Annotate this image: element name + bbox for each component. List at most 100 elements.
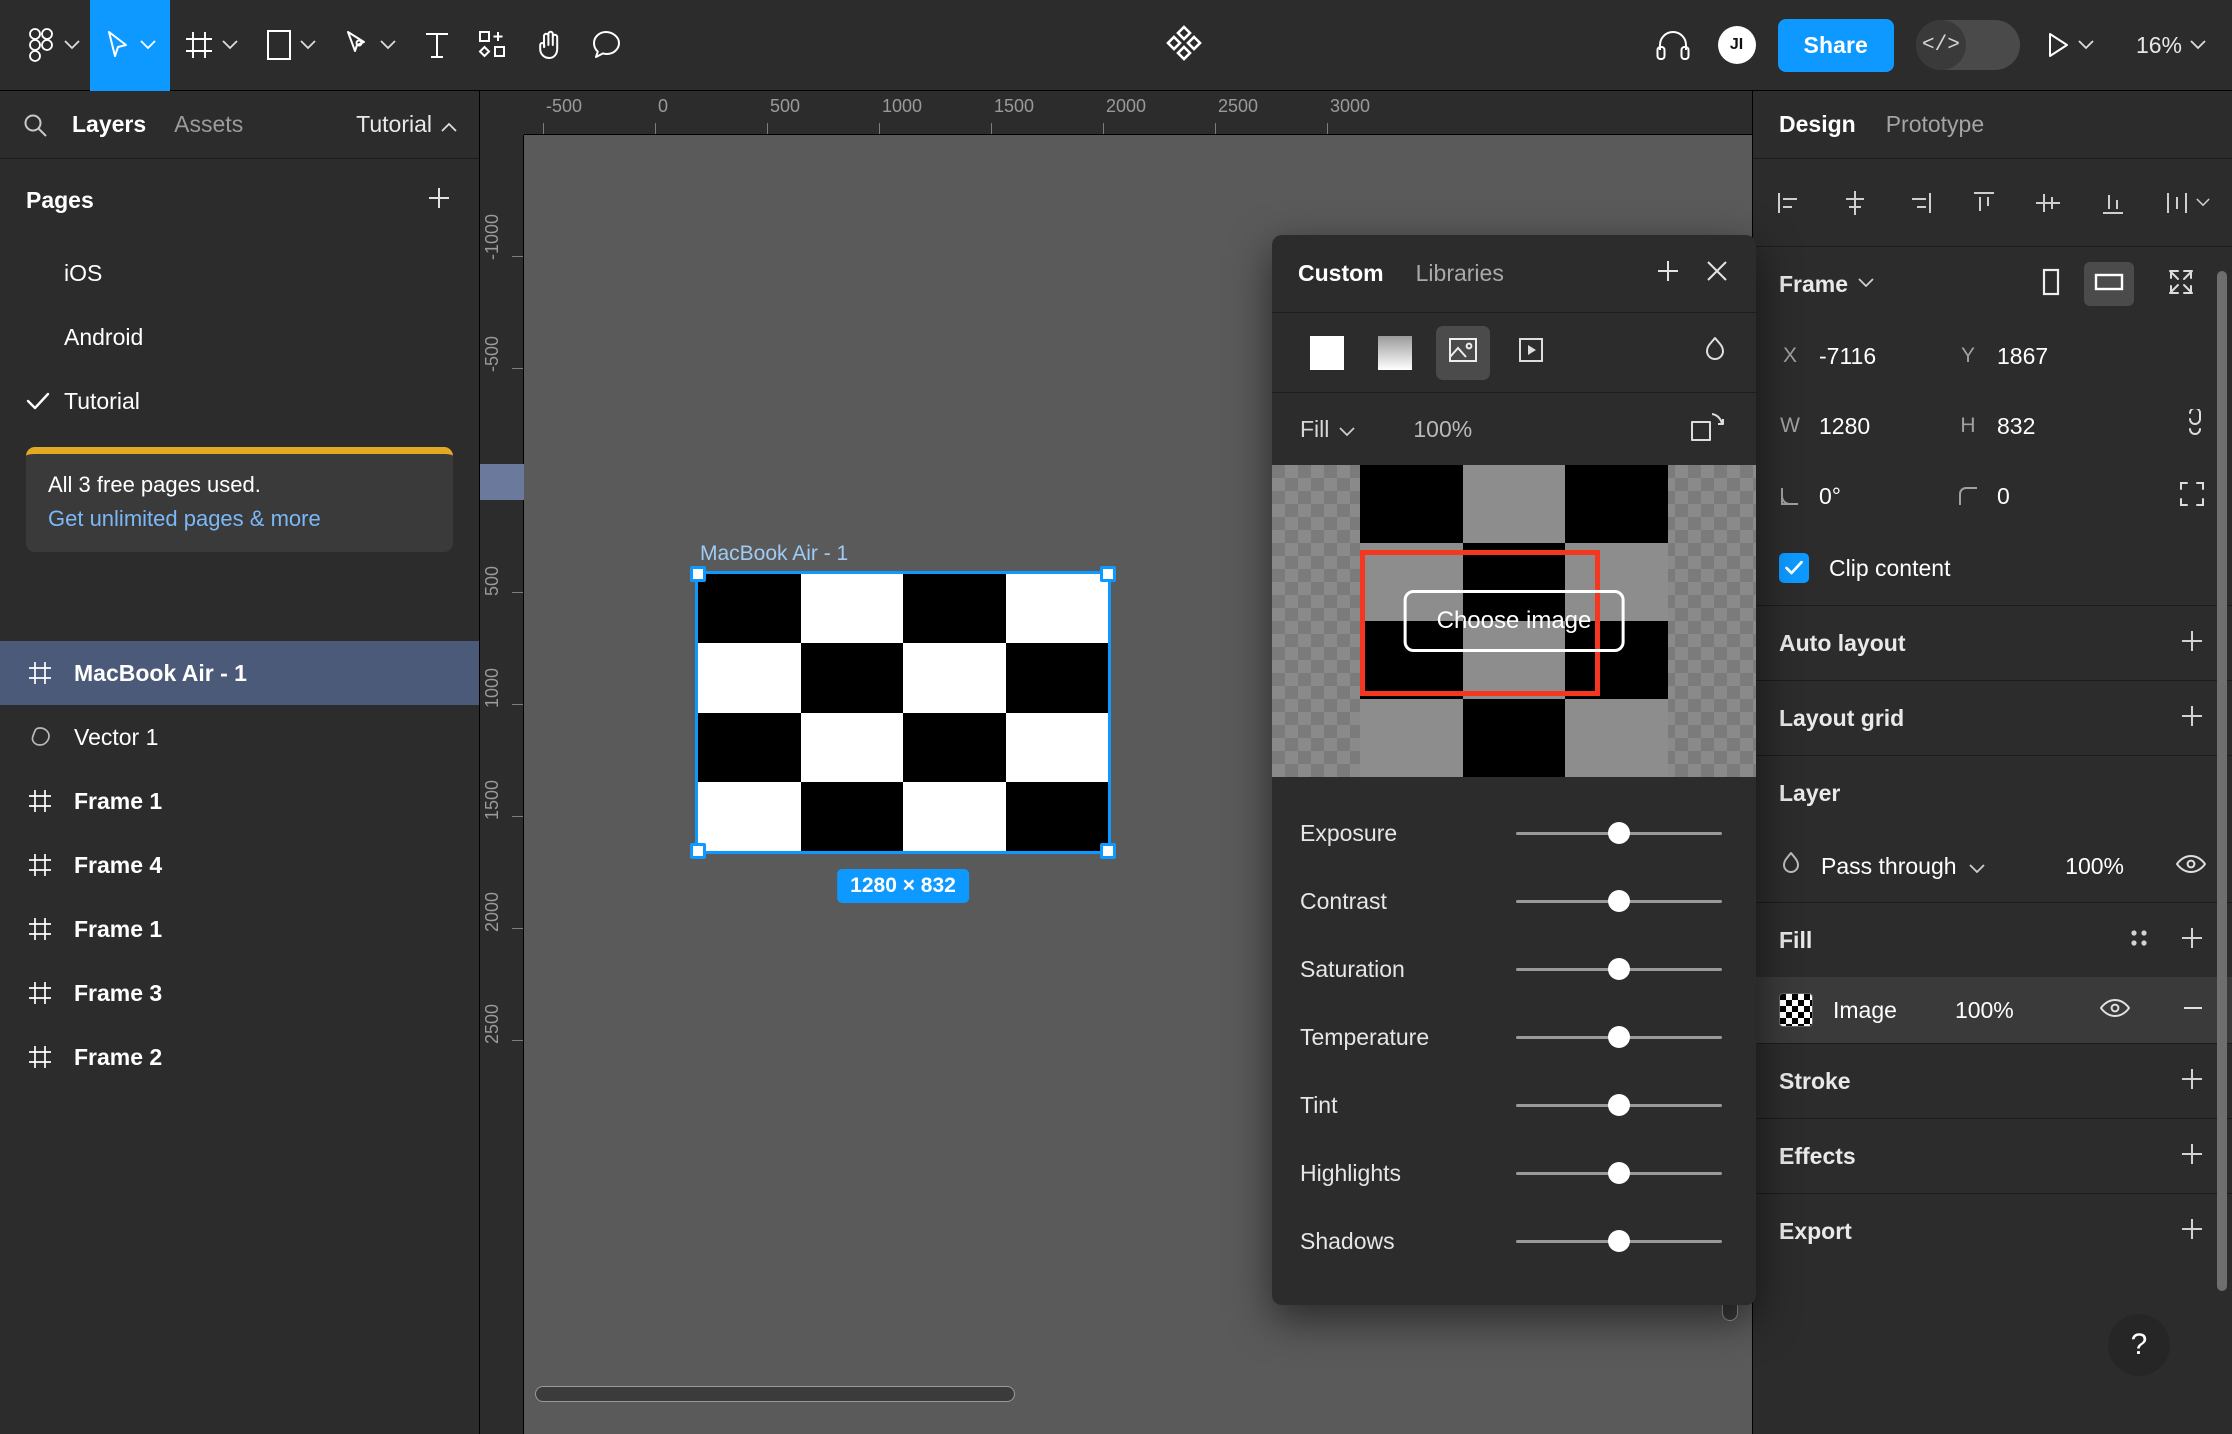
layer-opacity-value[interactable]: 100% <box>2065 853 2124 880</box>
share-button[interactable]: Share <box>1777 18 1894 72</box>
layer-row-macbook-air-1[interactable]: MacBook Air - 1 <box>0 641 479 705</box>
free-pages-banner[interactable]: All 3 free pages used. Get unlimited pag… <box>26 447 453 552</box>
distribute-icon[interactable] <box>2162 188 2210 218</box>
search-icon[interactable] <box>22 112 48 138</box>
align-top-icon[interactable] <box>1969 188 1999 218</box>
move-tool-button[interactable] <box>90 0 170 91</box>
corner-radius-field[interactable]: 0 <box>1957 483 2135 510</box>
resize-handle-br[interactable] <box>1100 843 1116 859</box>
add-effect-button[interactable] <box>2178 1140 2206 1173</box>
fill-item-image[interactable]: Image 100% <box>1753 977 2232 1043</box>
x-label: X <box>1782 344 1797 367</box>
saturation-slider[interactable] <box>1516 958 1722 980</box>
add-layout-grid-button[interactable] <box>2178 702 2206 735</box>
frame-selection[interactable]: MacBook Air - 1 1280 × 832 <box>690 542 1116 903</box>
align-horizontal-center-icon[interactable] <box>1840 188 1870 218</box>
eye-icon[interactable] <box>2175 853 2207 880</box>
resize-handle-bl[interactable] <box>690 843 706 859</box>
add-style-button[interactable] <box>1654 257 1682 290</box>
highlights-slider[interactable] <box>1516 1162 1722 1184</box>
chevron-down-icon[interactable] <box>1858 275 1874 293</box>
fill-item-opacity[interactable]: 100% <box>1955 997 2014 1024</box>
banner-upgrade-link[interactable]: Get unlimited pages & more <box>48 506 431 532</box>
rotation-field[interactable]: 0° <box>1779 483 1957 510</box>
video-fill-button[interactable] <box>1504 326 1558 380</box>
gradient-fill-button[interactable] <box>1368 326 1422 380</box>
layer-row-frame-4[interactable]: Frame 4 <box>0 833 479 897</box>
clip-content-row[interactable]: Clip content <box>1779 531 2206 605</box>
hand-tool-button[interactable] <box>522 0 578 91</box>
clip-content-checkbox[interactable] <box>1779 553 1809 583</box>
add-stroke-button[interactable] <box>2178 1065 2206 1098</box>
layer-row-frame-1-a[interactable]: Frame 1 <box>0 769 479 833</box>
x-field[interactable]: X -7116 <box>1779 343 1957 370</box>
resize-handle-tl[interactable] <box>690 566 706 582</box>
layer-row-frame-1-b[interactable]: Frame 1 <box>0 897 479 961</box>
tab-assets[interactable]: Assets <box>174 111 243 138</box>
add-export-button[interactable] <box>2178 1215 2206 1248</box>
width-field[interactable]: W 1280 <box>1779 413 1957 440</box>
shadows-slider[interactable] <box>1516 1230 1722 1252</box>
right-panel-scrollbar[interactable] <box>2217 271 2227 1291</box>
figma-menu-button[interactable] <box>0 0 90 91</box>
image-fill-button[interactable] <box>1436 325 1490 380</box>
choose-image-button[interactable]: Choose image <box>1403 590 1625 652</box>
align-bottom-icon[interactable] <box>2098 188 2128 218</box>
y-field[interactable]: Y 1867 <box>1957 343 2135 370</box>
shape-tool-button[interactable] <box>252 0 330 91</box>
portrait-orientation-button[interactable] <box>2026 262 2076 306</box>
audio-call-button[interactable] <box>1642 0 1704 91</box>
align-right-icon[interactable] <box>1904 188 1934 218</box>
page-item-ios[interactable]: iOS <box>0 241 479 305</box>
text-tool-button[interactable] <box>410 0 464 91</box>
pen-tool-button[interactable] <box>330 0 410 91</box>
file-name-menu[interactable]: Tutorial <box>356 111 457 138</box>
tab-design[interactable]: Design <box>1779 111 1856 138</box>
page-item-android[interactable]: Android <box>0 305 479 369</box>
minus-icon[interactable] <box>2180 995 2206 1026</box>
resources-tool-button[interactable] <box>464 0 522 91</box>
exposure-slider[interactable] <box>1516 822 1722 844</box>
tab-prototype[interactable]: Prototype <box>1886 111 1984 138</box>
blend-mode-dropdown[interactable]: Pass through <box>1821 853 1985 880</box>
image-opacity-value[interactable]: 100% <box>1413 416 1472 443</box>
temperature-slider[interactable] <box>1516 1026 1722 1048</box>
tab-libraries[interactable]: Libraries <box>1416 260 1504 287</box>
dev-mode-toggle[interactable]: </> <box>1915 20 2020 70</box>
resize-to-fit-button[interactable] <box>2156 262 2206 306</box>
rotate-image-button[interactable] <box>1690 410 1728 448</box>
eye-icon[interactable] <box>2099 997 2131 1024</box>
tab-layers[interactable]: Layers <box>72 111 146 138</box>
layer-row-frame-3[interactable]: Frame 3 <box>0 961 479 1025</box>
add-auto-layout-button[interactable] <box>2178 627 2206 660</box>
independent-corners-icon[interactable] <box>2178 480 2206 513</box>
image-preview-area[interactable]: Choose image <box>1272 465 1756 777</box>
contrast-slider[interactable] <box>1516 890 1722 912</box>
add-fill-button[interactable] <box>2178 924 2206 957</box>
layer-row-frame-2[interactable]: Frame 2 <box>0 1025 479 1089</box>
frame-tool-button[interactable] <box>170 0 252 91</box>
tint-slider[interactable] <box>1516 1094 1722 1116</box>
close-popover-button[interactable] <box>1704 258 1730 289</box>
align-left-icon[interactable] <box>1775 188 1805 218</box>
canvas-horizontal-scrollbar[interactable] <box>535 1386 1015 1402</box>
current-user-avatar[interactable]: JI <box>1704 0 1766 91</box>
add-page-button[interactable] <box>425 184 453 217</box>
zoom-menu-button[interactable]: 16% <box>2106 0 2232 91</box>
layer-row-vector-1[interactable]: Vector 1 <box>0 705 479 769</box>
help-button[interactable]: ? <box>2108 1314 2170 1376</box>
comment-tool-button[interactable] <box>578 0 636 91</box>
align-vertical-center-icon[interactable] <box>2033 188 2063 218</box>
page-item-tutorial[interactable]: Tutorial <box>0 369 479 433</box>
resize-handle-tr[interactable] <box>1100 566 1116 582</box>
solid-fill-button[interactable] <box>1300 326 1354 380</box>
link-ratio-icon[interactable] <box>2182 406 2206 444</box>
style-dots-icon[interactable] <box>2126 925 2152 956</box>
tab-custom[interactable]: Custom <box>1298 260 1384 287</box>
present-button[interactable] <box>2020 0 2106 91</box>
landscape-orientation-button[interactable] <box>2084 262 2134 306</box>
eyedropper-button[interactable] <box>1702 335 1728 370</box>
plugin-button[interactable] <box>1164 0 1204 91</box>
height-field[interactable]: H 832 <box>1957 413 2135 440</box>
scale-mode-dropdown[interactable]: Fill <box>1300 416 1356 443</box>
